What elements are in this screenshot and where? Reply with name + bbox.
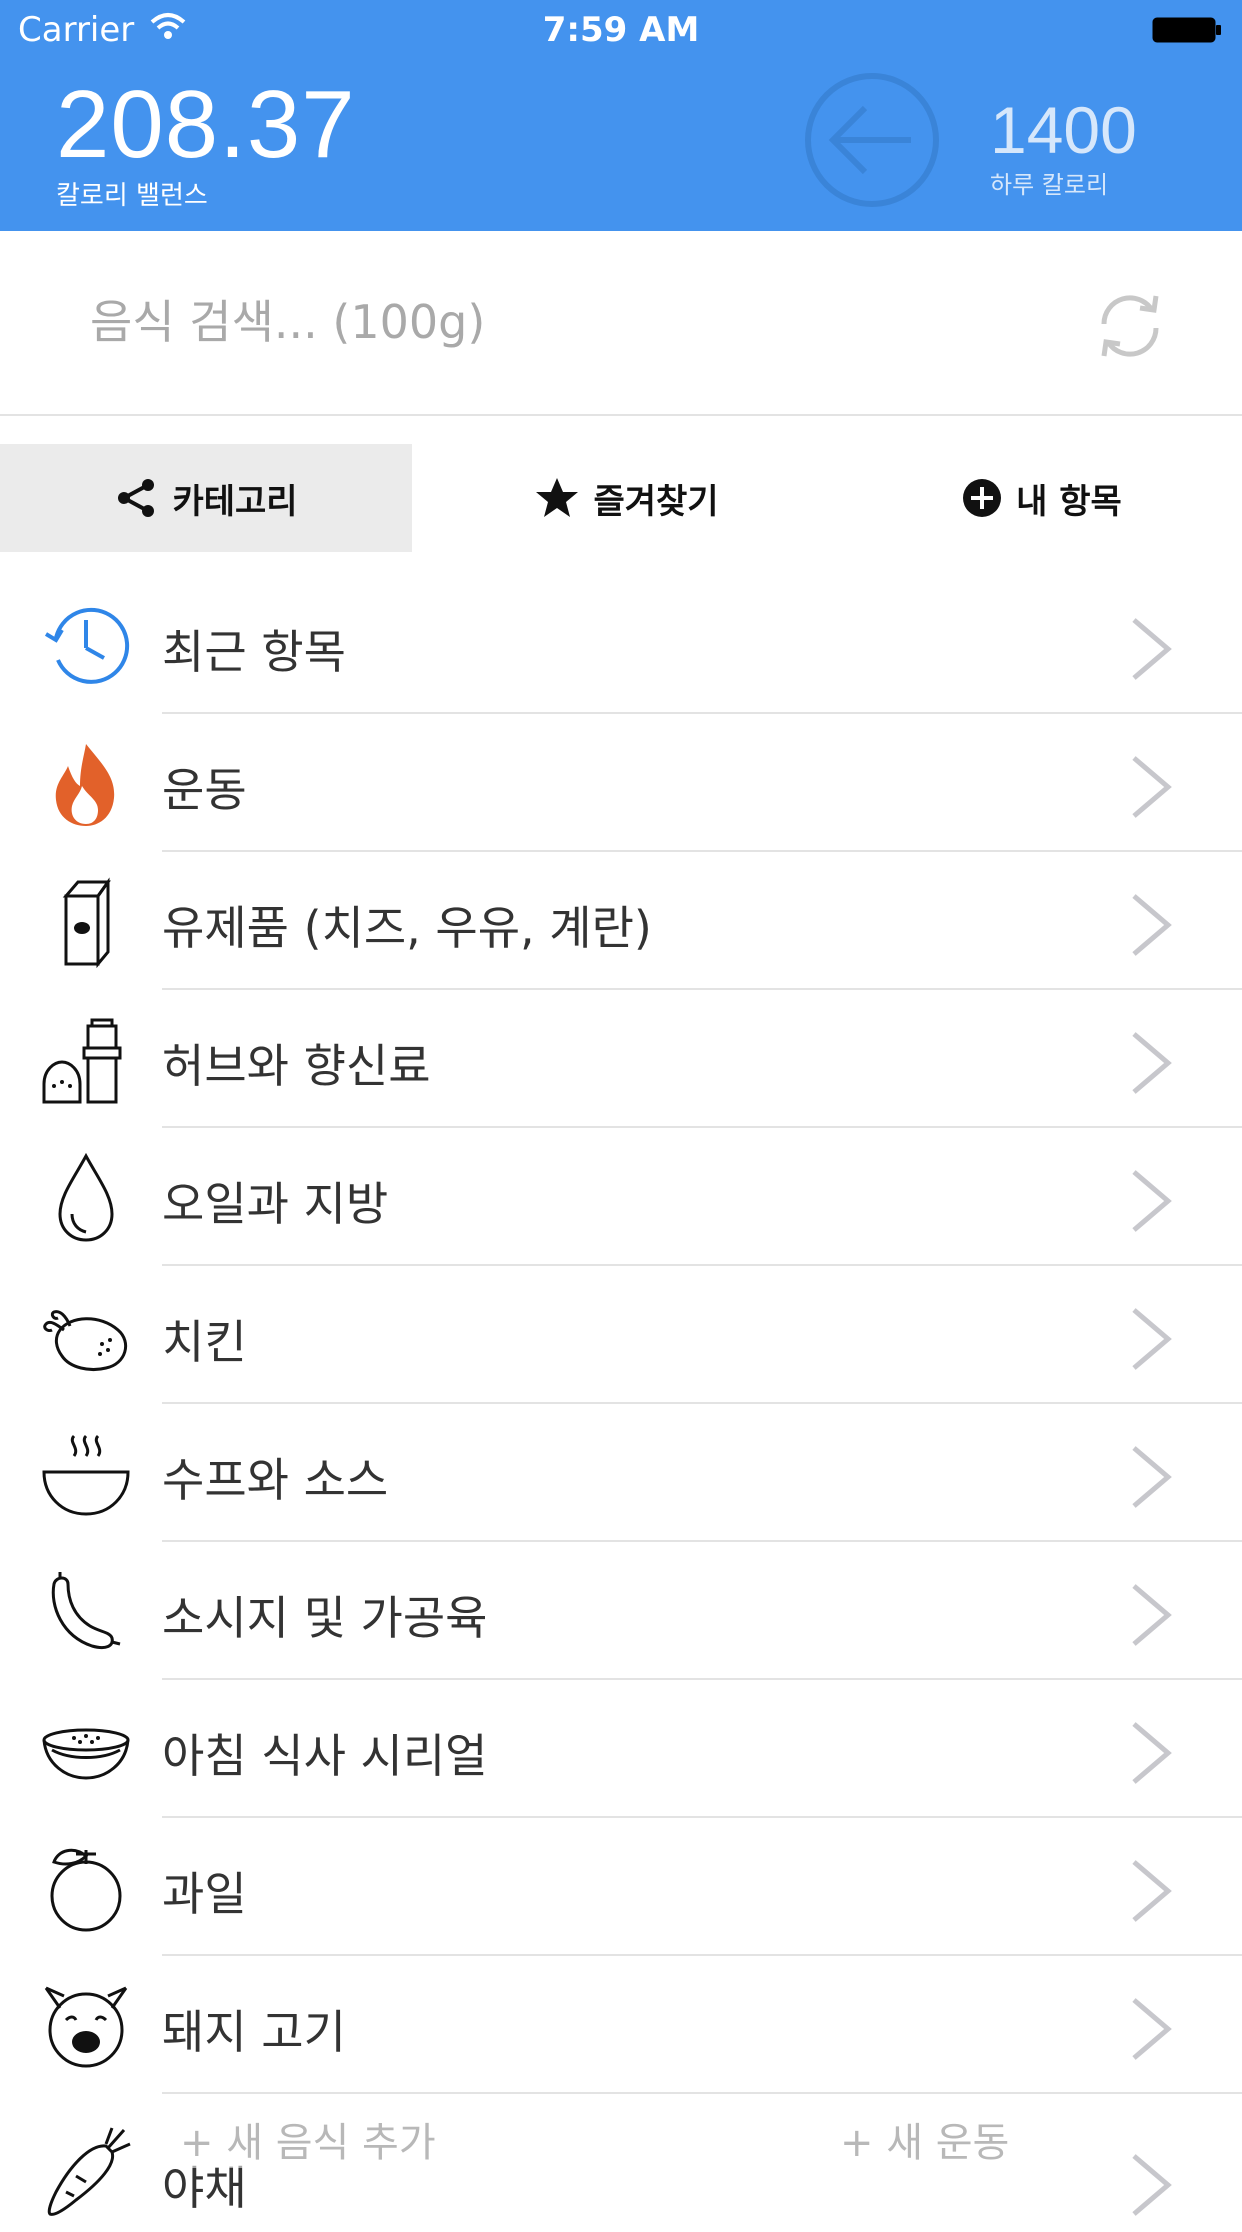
soup-bowl-icon (42, 1434, 130, 1516)
share-icon (118, 479, 155, 517)
chevron-right-icon (1132, 1998, 1172, 2060)
tab-label: 카테고리 (172, 481, 298, 522)
tab-label: 즐겨찾기 (593, 481, 719, 522)
list-item-label: 오일과 지방 (162, 1177, 389, 1231)
list-item-label: 최근 항목 (162, 625, 346, 679)
refresh-icon[interactable] (1090, 286, 1170, 366)
status-time: 7:59 AM (542, 10, 700, 50)
list-item-label: 소시지 및 가공육 (162, 1591, 488, 1645)
chevron-right-icon (1132, 756, 1172, 818)
tab-my-items[interactable]: 내 항목 (842, 444, 1242, 552)
chevron-right-icon (1132, 1032, 1172, 1094)
list-item-label: 유제품 (치즈, 우유, 계란) (162, 901, 652, 955)
list-item[interactable]: 허브와 향신료 (0, 990, 1242, 1128)
chevron-right-icon (1132, 894, 1172, 956)
list-item[interactable]: 돼지 고기 (0, 1956, 1242, 2094)
daily-calorie-label: 하루 칼로리 (990, 171, 1109, 199)
list-item[interactable]: 아침 식사 시리얼 (0, 1680, 1242, 1818)
milk-carton-icon (62, 877, 111, 968)
list-item[interactable]: 치킨 (0, 1266, 1242, 1404)
sausage-icon (51, 1572, 121, 1650)
list-item[interactable]: 소시지 및 가공육 (0, 1542, 1242, 1680)
calorie-balance-value: 208.37 (56, 71, 356, 178)
chevron-right-icon (1132, 1722, 1172, 1784)
carrot-icon (47, 2127, 131, 2216)
tab-categories[interactable]: 카테고리 (0, 444, 412, 552)
cereal-bowl-icon (42, 1728, 130, 1780)
chevron-right-icon (1132, 618, 1172, 680)
header-bar: Carrier 7:59 AM 208.37 칼로리 밸런스 1400 하루 칼… (0, 0, 1242, 231)
list-item[interactable]: 유제품 (치즈, 우유, 계란) (0, 852, 1242, 990)
back-arrow-button[interactable] (803, 71, 941, 209)
list-item-label: 허브와 향신료 (162, 1039, 431, 1093)
chevron-right-icon (1132, 1860, 1172, 1922)
add-new-exercise-button[interactable]: + 새 운동 (840, 2110, 1010, 2168)
flame-icon (55, 744, 115, 826)
chevron-right-icon (1132, 1308, 1172, 1370)
orange-fruit-icon (50, 1848, 122, 1932)
roast-chicken-icon (43, 1310, 128, 1371)
add-new-food-button[interactable]: + 새 음식 추가 (180, 2110, 436, 2168)
status-bar: Carrier 7:59 AM (0, 0, 1242, 60)
list-item-label: 치킨 (162, 1315, 247, 1369)
list-item-label: 과일 (162, 1867, 247, 1921)
list-item[interactable]: 수프와 소스 (0, 1404, 1242, 1542)
category-tabs: 카테고리 즐겨찾기 내 항목 (0, 444, 1242, 552)
list-item-label: 아침 식사 시리얼 (162, 1729, 488, 1783)
spice-grinder-icon (42, 1018, 122, 1104)
list-item-label: 돼지 고기 (162, 2005, 346, 2059)
tab-favorites[interactable]: 즐겨찾기 (412, 444, 842, 552)
tab-label: 내 항목 (1016, 481, 1122, 522)
oil-drop-icon (58, 1152, 114, 1242)
clock-icon (44, 607, 130, 684)
pig-icon (44, 1986, 128, 2068)
calorie-balance-label: 칼로리 밸런스 (56, 181, 208, 211)
food-search-input[interactable]: 음식 검색... (100g) (90, 286, 485, 352)
plus-circle-icon (963, 479, 1002, 517)
search-bar: 음식 검색... (100g) (0, 231, 1242, 416)
list-item[interactable]: 운동 (0, 714, 1242, 852)
list-item-label: 수프와 소스 (162, 1453, 389, 1507)
chevron-right-icon (1132, 2154, 1172, 2216)
list-item-label: 운동 (162, 763, 247, 817)
chevron-right-icon (1132, 1170, 1172, 1232)
star-icon (536, 478, 579, 517)
chevron-right-icon (1132, 1446, 1172, 1508)
list-item[interactable]: 과일 (0, 1818, 1242, 1956)
list-item[interactable]: 최근 항목 (0, 576, 1242, 714)
list-item[interactable]: 오일과 지방 (0, 1128, 1242, 1266)
daily-calorie-value[interactable]: 1400 (990, 92, 1137, 168)
battery-icon (1152, 17, 1221, 43)
chevron-right-icon (1132, 1584, 1172, 1646)
